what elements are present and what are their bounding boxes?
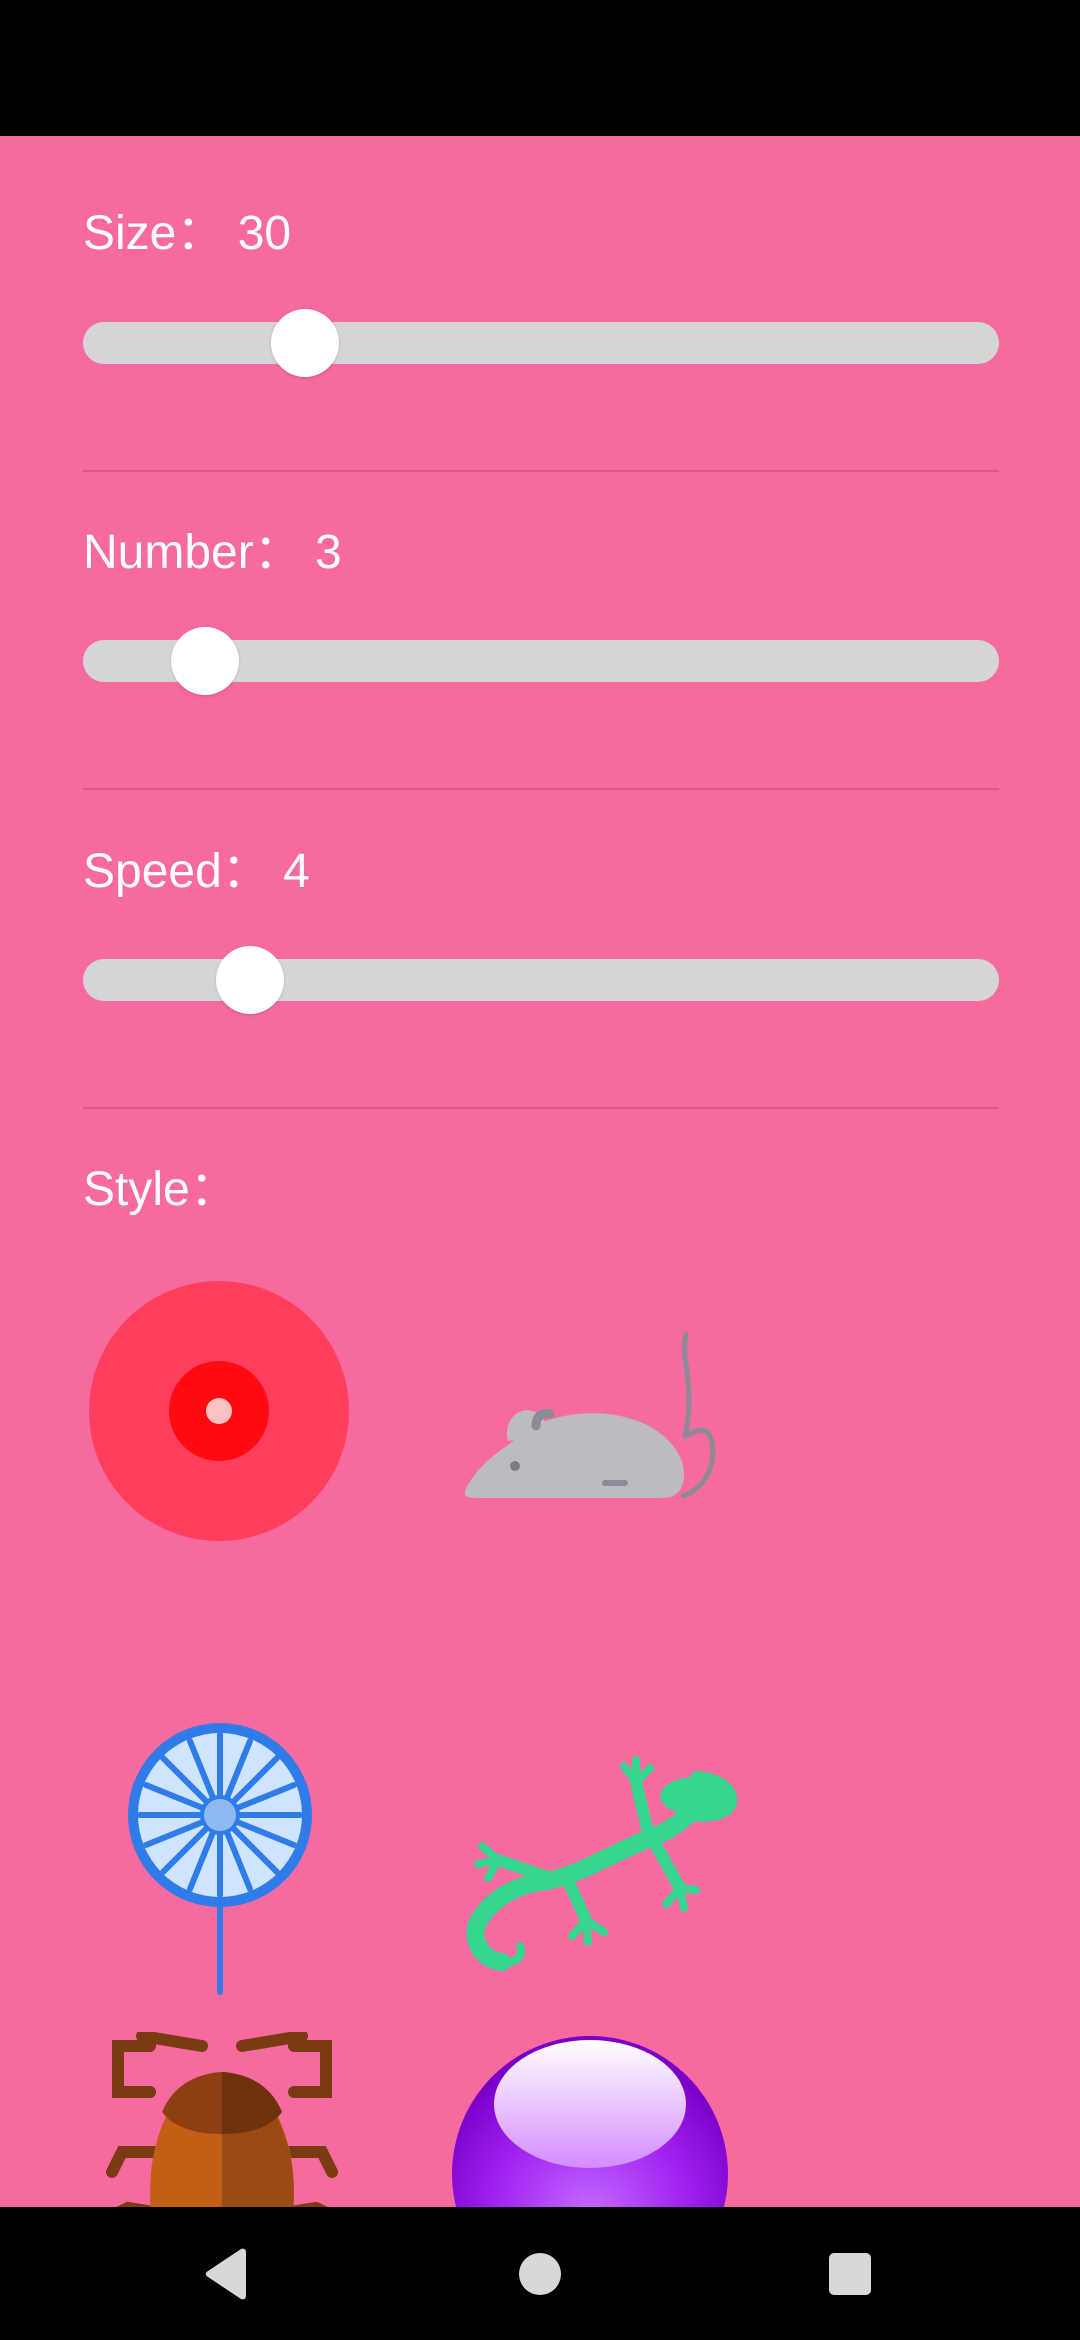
speed-slider[interactable]: [83, 946, 999, 1014]
screen: Size： 30 Number： 3 Speed： 4 Style：: [0, 0, 1080, 2340]
back-icon: [205, 2248, 246, 2299]
divider: [83, 1107, 999, 1109]
size-label: Size： 30: [83, 207, 292, 260]
style-option-dandelion[interactable]: [125, 1720, 315, 2000]
home-icon: [519, 2252, 561, 2295]
style-label: Style：: [83, 1163, 238, 1216]
divider: [83, 470, 999, 472]
style-option-laser[interactable]: [88, 1280, 350, 1542]
gecko-icon: [466, 1756, 738, 1971]
nav-home-button[interactable]: [440, 2207, 640, 2340]
number-slider-thumb[interactable]: [170, 627, 239, 695]
settings-panel: Size： 30 Number： 3 Speed： 4 Style：: [0, 136, 1080, 2314]
size-slider-thumb[interactable]: [270, 309, 339, 377]
laser-dot-icon: [89, 1281, 349, 1541]
divider: [83, 788, 999, 790]
size-slider[interactable]: [83, 309, 999, 377]
recents-icon: [829, 2252, 871, 2295]
speed-label: Speed： 4: [83, 845, 310, 898]
dandelion-icon: [128, 1723, 312, 1995]
style-option-mouse[interactable]: [460, 1316, 720, 1516]
status-bar: [0, 0, 1080, 136]
navigation-bar: [0, 2207, 1080, 2340]
nav-recents-button[interactable]: [750, 2207, 950, 2340]
number-label: Number： 3: [83, 526, 342, 579]
mouse-icon: [464, 1331, 716, 1499]
speed-slider-thumb[interactable]: [215, 946, 284, 1014]
nav-back-button[interactable]: [126, 2207, 326, 2340]
style-option-gecko[interactable]: [448, 1740, 738, 1980]
number-slider[interactable]: [83, 627, 999, 695]
